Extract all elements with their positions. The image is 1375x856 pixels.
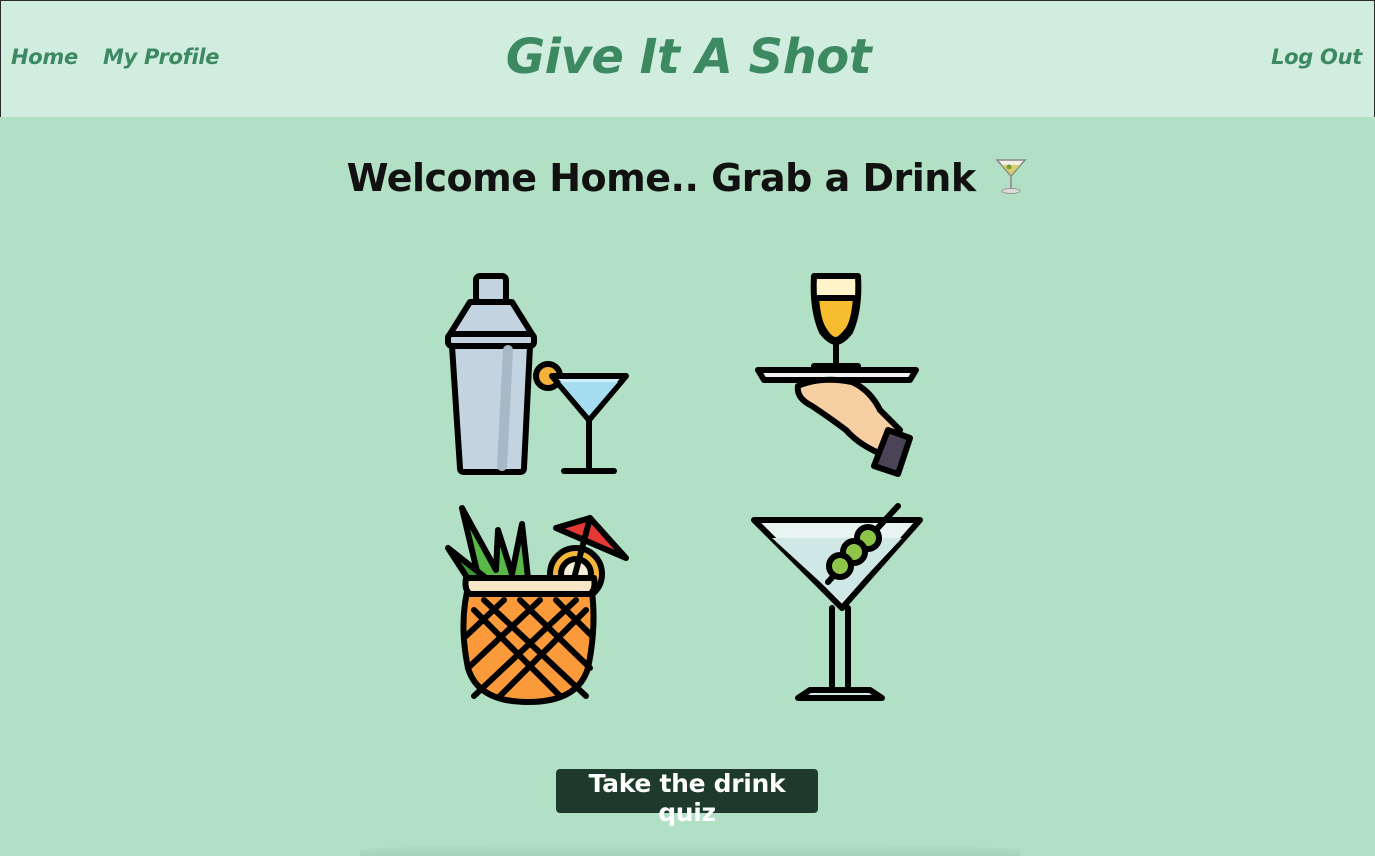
welcome-heading: Welcome Home.. Grab a Drink <box>0 156 1375 205</box>
cocktail-glass-icon <box>994 156 1028 205</box>
shaker-and-martini-icon <box>440 270 636 482</box>
nav-logout-link[interactable]: Log Out <box>1271 45 1362 69</box>
drink-quiz-button[interactable]: Take the drink quiz <box>556 769 818 827</box>
nav-profile-link[interactable]: My Profile <box>103 45 220 69</box>
page-bottom-shadow <box>360 844 1020 856</box>
welcome-text: Welcome Home.. Grab a Drink <box>346 156 976 200</box>
nav-home-link[interactable]: Home <box>11 45 78 69</box>
serving-tray-icon <box>750 270 926 482</box>
navbar: Home My Profile Give It A Shot Log Out <box>0 0 1375 117</box>
olive-martini-icon <box>750 500 926 714</box>
brand-title-text: Give It A Shot <box>505 29 872 85</box>
pineapple-cocktail-icon <box>440 500 636 714</box>
